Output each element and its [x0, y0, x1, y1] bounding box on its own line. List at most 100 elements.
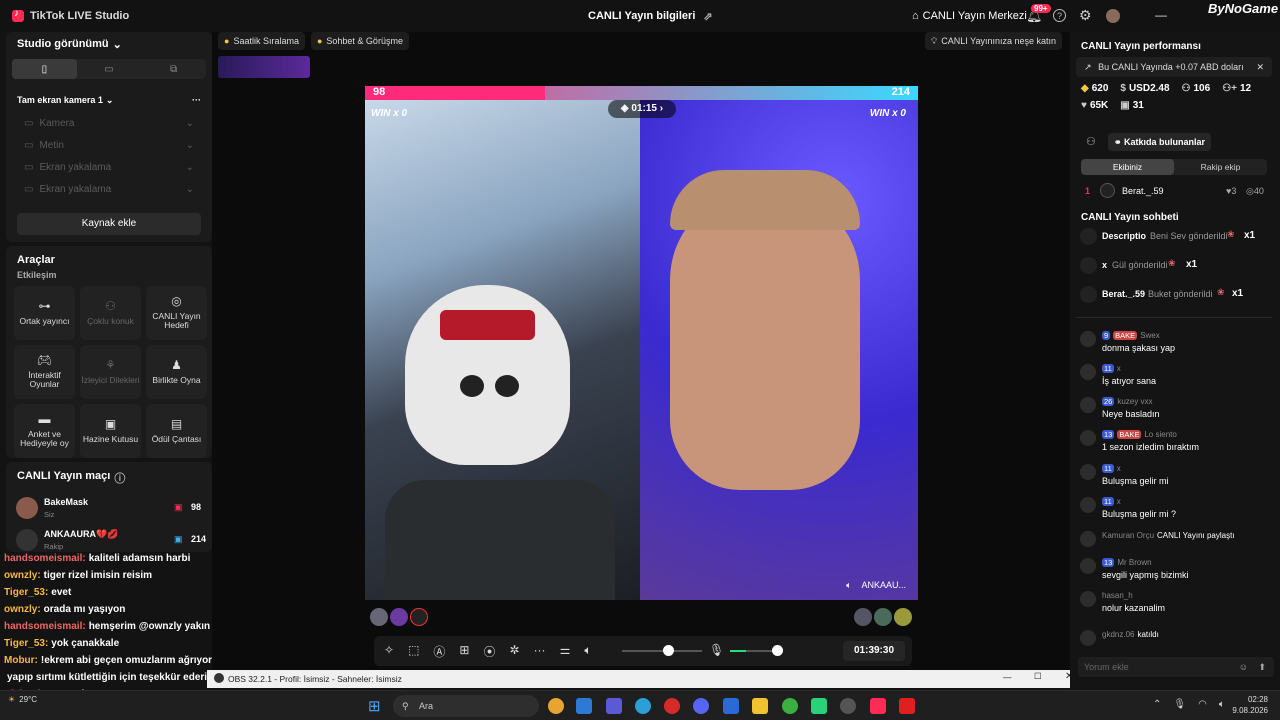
- help-icon[interactable]: ?: [1053, 9, 1066, 22]
- promo-banner[interactable]: [218, 56, 310, 78]
- portrait-view-tab[interactable]: ▯: [12, 59, 77, 79]
- source-item[interactable]: ▭ Metin ⌄: [6, 134, 212, 156]
- top-contributor-row[interactable]: 1 Berat._.59 ♥3 ◎40: [1081, 183, 1267, 199]
- app-icon[interactable]: [811, 698, 827, 714]
- tool-poll[interactable]: ▬ Anket ve Hediyeyle oy: [14, 404, 75, 458]
- chip-1[interactable]: ● Sohbet & Görüşme: [310, 32, 409, 50]
- mail-icon[interactable]: [723, 698, 739, 714]
- contributors-icon[interactable]: ⚇: [1086, 135, 1096, 148]
- windows-start-icon[interactable]: ⊞: [368, 697, 381, 715]
- mic-icon[interactable]: 🎙︎: [709, 643, 724, 657]
- youtube-icon[interactable]: [899, 698, 915, 714]
- camera-settings-icon[interactable]: ✲: [510, 643, 520, 660]
- more-icon[interactable]: ···: [534, 643, 546, 660]
- maximize-icon[interactable]: ☐: [1034, 671, 1042, 682]
- obs-taskbar-icon[interactable]: [840, 698, 856, 714]
- system-tray[interactable]: ⌃ 🎙︎ ◠ 🔈︎: [1153, 699, 1225, 710]
- comment-input[interactable]: Yorum ekle ☺ ⬆: [1078, 657, 1274, 677]
- tiktok-live-taskbar-icon[interactable]: [870, 698, 886, 714]
- more-icon[interactable]: ···: [192, 95, 201, 106]
- match-player[interactable]: BakeMask Siz ▣ 98: [16, 494, 212, 524]
- sliders-icon[interactable]: ⚌: [560, 643, 571, 660]
- discord-icon[interactable]: [693, 698, 709, 714]
- taskbar-search[interactable]: ⚲ Ara: [393, 695, 539, 717]
- scene-header[interactable]: Tam ekran kamera 1 ⌄ ···: [6, 79, 212, 112]
- chrome-icon[interactable]: [548, 698, 564, 714]
- avatar[interactable]: [1106, 9, 1120, 23]
- tool-play-together[interactable]: ♟ Birlikte Oyna: [146, 345, 207, 399]
- obs-window-bar[interactable]: OBS 32.2.1 - Profil: İsimsiz - Sahneler:…: [207, 670, 1084, 688]
- chat-message[interactable]: Kamuran Orçu CANLI Yayını paylaştı: [1080, 531, 1276, 561]
- live-match-title: CANLI Yayın maçı: [17, 470, 111, 482]
- effects-icon[interactable]: ⬚: [408, 643, 419, 660]
- minimize-icon[interactable]: —: [1003, 672, 1012, 682]
- contributors-button[interactable]: ⚭ Katkıda bulunanlar: [1108, 133, 1212, 151]
- tab-your-team[interactable]: Ekibiniz: [1081, 159, 1174, 175]
- supporter-avatar[interactable]: [894, 608, 912, 626]
- mic-knob[interactable]: [772, 645, 783, 656]
- source-item[interactable]: ▭ Ekran yakalama ⌄: [6, 156, 212, 178]
- edge-icon[interactable]: [635, 698, 651, 714]
- opera-icon[interactable]: [664, 698, 680, 714]
- weather-widget[interactable]: ☀ 29°C: [8, 695, 37, 704]
- hint-chip[interactable]: 💡︎ CANLI Yayınınıza neşe katın: [924, 32, 1062, 50]
- source-item[interactable]: ▭ Kamera ⌄: [6, 112, 212, 134]
- landscape-view-tab[interactable]: ▭: [77, 59, 142, 79]
- chip-0[interactable]: ● Saatlik Sıralama: [218, 32, 305, 50]
- gift-event[interactable]: Descriptio Beni Sev gönderildi ❀ x1: [1080, 227, 1276, 247]
- tool-gift[interactable]: ⚘ İzleyici Dilekleri: [80, 345, 141, 399]
- tool-bag[interactable]: ▤ Ödül Çantası: [146, 404, 207, 458]
- add-source-button[interactable]: Kaynak ekle: [17, 213, 201, 235]
- browser-icon[interactable]: [782, 698, 798, 714]
- gear-icon[interactable]: ⚙: [1079, 7, 1092, 24]
- tool-chest[interactable]: ▣ Hazine Kutusu: [80, 404, 141, 458]
- teams-icon[interactable]: [606, 698, 622, 714]
- volume-knob[interactable]: [663, 645, 674, 656]
- chat-message[interactable]: hasan_h nolur kazanalim: [1080, 591, 1276, 621]
- studio-view-header[interactable]: Studio görünümü ⌄: [6, 32, 212, 57]
- supporter-avatar[interactable]: [854, 608, 872, 626]
- supporter-avatar[interactable]: [874, 608, 892, 626]
- folder-icon[interactable]: [752, 698, 768, 714]
- tab-rival-team[interactable]: Rakip ekip: [1174, 159, 1267, 175]
- opponent-label[interactable]: 🔈︎ ANKAAU...: [846, 580, 906, 591]
- store-icon[interactable]: [576, 698, 592, 714]
- chat-message[interactable]: 26 kuzey vxx Neye basladın: [1080, 397, 1276, 427]
- level-badge: 11: [1102, 364, 1114, 373]
- chat-message[interactable]: 11 x İş atıyor sana: [1080, 364, 1276, 394]
- live-center-button[interactable]: ⌂ CANLI Yayın Merkezi: [912, 10, 1027, 22]
- send-icon[interactable]: ⬆: [1258, 657, 1266, 677]
- minimize-icon[interactable]: —: [1155, 8, 1167, 22]
- record-icon[interactable]: ⦿: [483, 643, 495, 660]
- screen-icon[interactable]: ⊞: [459, 643, 469, 660]
- ai-icon[interactable]: Ⓐ: [433, 643, 445, 660]
- volume-icon[interactable]: 🔈︎: [584, 643, 591, 660]
- chat-message[interactable]: 9 BAKE Swex donma şakası yap: [1080, 331, 1276, 361]
- tool-users[interactable]: ⚇ Çoklu konuk: [80, 286, 141, 340]
- source-item[interactable]: ▭ Ekran yakalama ⌄: [6, 178, 212, 200]
- avatar: [1080, 591, 1096, 607]
- chat-message[interactable]: 11 x Buluşma gelir mi: [1080, 464, 1276, 494]
- level-badge: 11: [1102, 497, 1114, 506]
- supporter-avatar[interactable]: [410, 608, 428, 626]
- magic-icon[interactable]: ✧: [384, 643, 394, 660]
- emoji-icon[interactable]: ☺: [1239, 657, 1248, 677]
- volume-slider[interactable]: [622, 650, 702, 652]
- gift-event[interactable]: Berat._.59 Buket gönderildi ❀ x1: [1080, 285, 1276, 305]
- supporter-avatar[interactable]: [390, 608, 408, 626]
- multi-view-tab[interactable]: ⧉: [141, 59, 206, 79]
- tool-link[interactable]: ⊶ Ortak yayıncı: [14, 286, 75, 340]
- chat-message[interactable]: 11 x Buluşma gelir mi ?: [1080, 497, 1276, 527]
- gift-event[interactable]: x Gül gönderildi ❀ x1: [1080, 256, 1276, 276]
- chat-message[interactable]: gkdnz.06 katıldı: [1080, 630, 1276, 660]
- info-icon[interactable]: ⓘ: [114, 470, 125, 486]
- gift-count: x1: [1244, 230, 1256, 241]
- chat-message[interactable]: 13 BAKE Lo siento 1 sezon izledim bıraktım: [1080, 430, 1276, 460]
- supporter-avatar[interactable]: [370, 608, 388, 626]
- tool-target[interactable]: ◎ CANLI Yayın Hedefi: [146, 286, 207, 340]
- clock[interactable]: 02:28 9.08.2026: [1232, 694, 1268, 716]
- tool-gamepad[interactable]: 🎮︎ İnteraktif Oyunlar: [14, 345, 75, 399]
- chat-message[interactable]: 13 Mr Brown sevgili yapmış bizimki: [1080, 558, 1276, 588]
- live-info-title[interactable]: CANLI Yayın bilgileri ⇗: [588, 10, 713, 23]
- close-icon[interactable]: ✕: [1256, 57, 1264, 77]
